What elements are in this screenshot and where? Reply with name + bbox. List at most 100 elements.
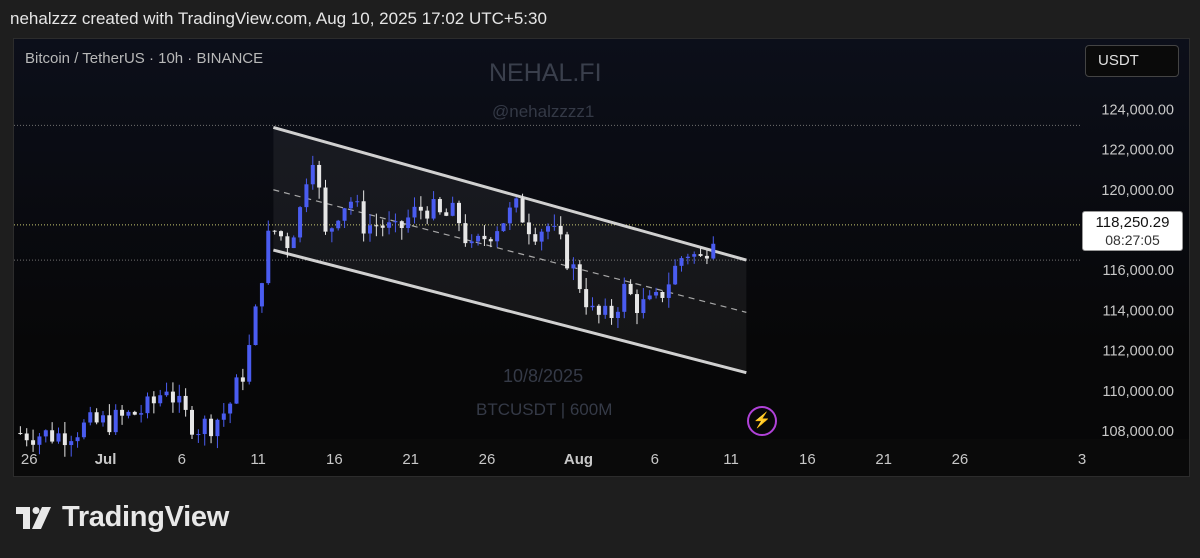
chart-panel[interactable]: 124,000.00 122,000.00 120,000.00 116,000.00…	[13, 38, 1190, 477]
y-tick-label: 112,000.00	[1103, 344, 1175, 360]
candle-body	[628, 283, 633, 295]
watermark-title: NEHAL.FI	[489, 59, 602, 87]
candle-body	[221, 413, 226, 420]
candle-body	[469, 241, 474, 244]
candle-body	[520, 198, 525, 223]
candle-body	[654, 292, 659, 296]
candle-body	[507, 207, 512, 224]
candle-body	[272, 230, 277, 232]
candle-body	[387, 222, 392, 228]
candle-body	[546, 226, 550, 232]
x-tick-label: Jul	[95, 451, 117, 468]
candle-body	[24, 433, 29, 441]
candle-body	[170, 391, 175, 403]
candle-body	[704, 255, 709, 259]
candle-body	[113, 409, 118, 433]
candle-body	[139, 413, 144, 415]
candle-body	[62, 433, 67, 446]
candle-body	[145, 396, 150, 414]
candle-body	[571, 264, 576, 269]
candle-body	[660, 292, 665, 298]
candle-body	[228, 403, 233, 414]
candle-body	[209, 418, 214, 437]
candle-body	[539, 231, 544, 242]
candle-body	[590, 305, 595, 308]
candle-body	[355, 201, 360, 203]
lightning-icon[interactable]: ⚡	[747, 406, 777, 436]
x-tick-label: 6	[651, 451, 659, 468]
candle-body	[107, 415, 112, 433]
candle-body	[259, 283, 264, 307]
x-tick-label: 3	[1078, 451, 1086, 468]
footer: TradingView	[16, 501, 229, 534]
candle-body	[488, 239, 493, 242]
candle-body	[698, 254, 703, 256]
candle-body	[673, 265, 678, 285]
candle-body	[279, 231, 283, 237]
candle-body	[317, 164, 322, 188]
candle-body	[37, 436, 42, 445]
currency-selector[interactable]: USDT	[1085, 45, 1179, 77]
candle-body	[202, 418, 207, 435]
candle-body	[247, 345, 252, 382]
tradingview-wordmark: TradingView	[62, 501, 229, 533]
candle-body	[18, 432, 23, 434]
candle-body	[450, 202, 455, 216]
candle-body	[679, 258, 684, 266]
x-tick-label: 11	[723, 451, 739, 468]
last-price-value: 118,250.29	[1095, 214, 1170, 231]
candle-body	[234, 377, 239, 404]
candle-body	[552, 225, 557, 227]
x-tick-label: 16	[326, 451, 343, 468]
candle-body	[240, 377, 245, 382]
candle-body	[437, 199, 442, 213]
candle-body	[177, 395, 182, 403]
candle-body	[120, 409, 125, 416]
candle-body	[88, 412, 93, 423]
candle-body	[43, 430, 48, 437]
bar-countdown: 08:27:05	[1105, 232, 1160, 248]
x-tick-label: 26	[21, 451, 38, 468]
x-tick-label: 26	[952, 451, 969, 468]
candle-body	[310, 164, 315, 185]
candle-body	[418, 206, 423, 211]
candle-body	[406, 217, 411, 228]
candle-body	[596, 305, 601, 315]
candle-body	[584, 289, 589, 308]
x-axis-band	[14, 439, 1189, 476]
y-tick-label: 124,000.00	[1101, 102, 1174, 118]
symbol-title: Bitcoin / TetherUS · 10h · BINANCE	[25, 50, 264, 67]
y-tick-label: 116,000.00	[1103, 263, 1175, 279]
candle-body	[126, 411, 131, 416]
watermark-handle: @nehalzzzz1	[492, 102, 595, 121]
x-tick-label: 6	[178, 451, 186, 468]
y-tick-label: 110,000.00	[1103, 384, 1175, 400]
x-tick-label: 21	[402, 451, 419, 468]
candle-body	[603, 305, 608, 315]
candle-body	[151, 396, 156, 404]
candle-body	[711, 243, 716, 259]
x-tick-label: Aug	[564, 451, 593, 468]
candle-body	[164, 391, 169, 396]
watermark-pair: BTCUSDT | 600M	[476, 400, 613, 419]
candle-body	[374, 225, 379, 227]
candle-body	[361, 201, 366, 234]
candle-body	[69, 441, 74, 446]
candle-body	[666, 284, 671, 298]
candle-body	[457, 202, 461, 224]
candle-body	[348, 201, 353, 209]
y-tick-label: 120,000.00	[1101, 183, 1174, 199]
candle-body	[622, 283, 627, 312]
candle-body	[577, 264, 582, 290]
attribution-header: nehalzzz created with TradingView.com, A…	[10, 9, 547, 28]
candle-body	[56, 433, 61, 442]
candle-body	[298, 207, 303, 238]
candle-body	[380, 225, 385, 228]
watermark-date: 10/8/2025	[503, 366, 584, 386]
candle-body	[291, 237, 296, 249]
candle-body	[558, 225, 563, 235]
candle-body	[482, 235, 487, 240]
candle-body	[183, 395, 188, 410]
candle-body	[304, 184, 309, 208]
candle-body	[495, 231, 500, 242]
